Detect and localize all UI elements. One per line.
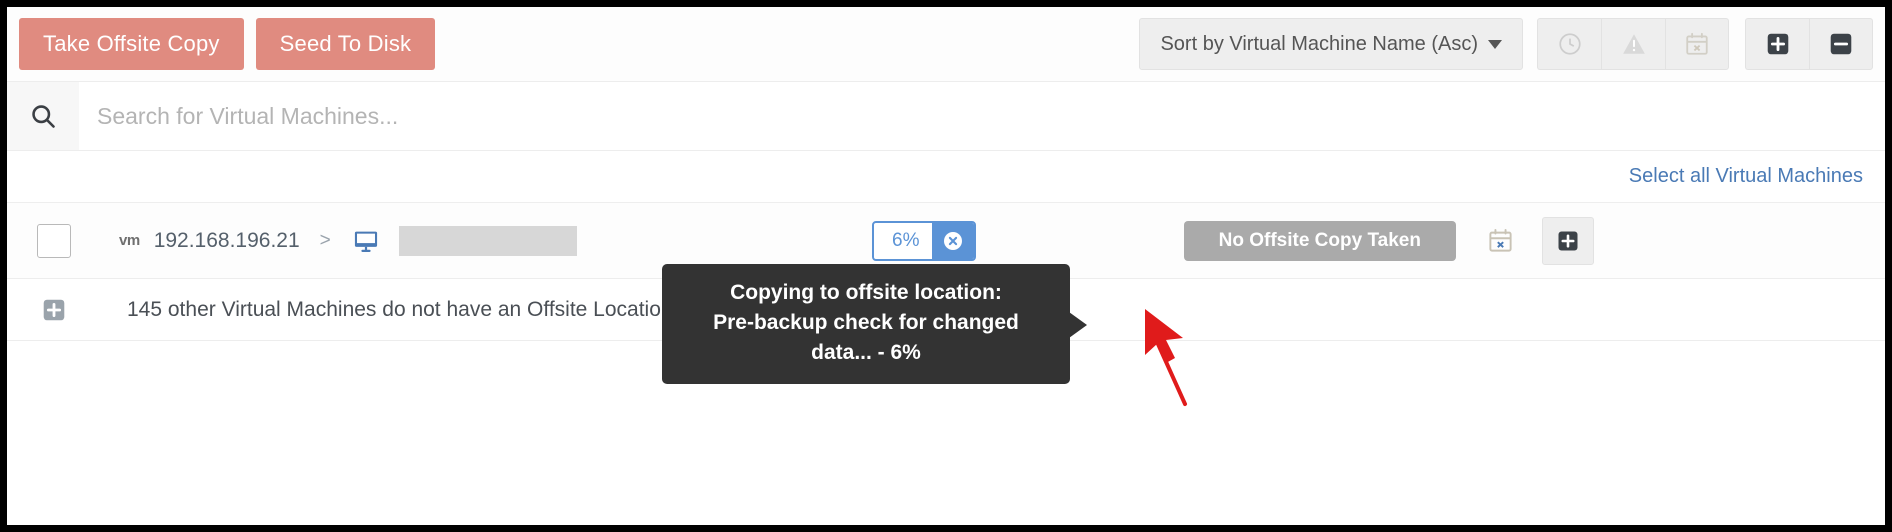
take-offsite-copy-button[interactable]: Take Offsite Copy (19, 18, 244, 70)
sort-dropdown[interactable]: Sort by Virtual Machine Name (Asc) (1139, 18, 1523, 70)
toolbar-expand-group (1745, 18, 1873, 70)
search-icon-cell (7, 82, 79, 150)
tooltip-line-1: Copying to offsite location: (730, 281, 1002, 304)
clock-icon (1557, 31, 1583, 57)
seed-to-disk-button[interactable]: Seed To Disk (255, 18, 436, 70)
app-window: Take Offsite Copy Seed To Disk Sort by V… (0, 0, 1892, 532)
progress-container: 6% (871, 220, 976, 261)
row-schedule-button[interactable] (1480, 220, 1522, 262)
breadcrumb-separator-icon: > (319, 229, 331, 251)
copy-progress-bar[interactable]: 6% (871, 220, 976, 261)
select-all-row: Select all Virtual Machines (7, 151, 1885, 203)
collapse-all-button[interactable] (1809, 18, 1873, 70)
plus-square-icon (1765, 31, 1791, 57)
calendar-x-icon (1684, 31, 1710, 57)
cancel-copy-button[interactable] (931, 222, 974, 259)
expand-all-button[interactable] (1745, 18, 1809, 70)
warning-filter-button[interactable] (1601, 18, 1665, 70)
status-badge: No Offsite Copy Taken (1183, 220, 1456, 261)
toolbar: Take Offsite Copy Seed To Disk Sort by V… (7, 7, 1885, 81)
row-add-button[interactable] (1541, 216, 1594, 265)
search-icon (29, 102, 57, 130)
vm-host-address: 192.168.196.21 (153, 228, 300, 252)
search-bar (7, 81, 1885, 151)
sort-dropdown-label: Sort by Virtual Machine Name (Asc) (1160, 32, 1478, 55)
progress-percent-label: 6% (892, 229, 920, 251)
minus-square-icon (1828, 31, 1854, 57)
other-machines-label: 145 other Virtual Machines do not have a… (127, 297, 713, 321)
select-all-virtual-machines-link[interactable]: Select all Virtual Machines (1629, 165, 1863, 188)
tooltip-line-3: data... - 6% (811, 341, 921, 364)
plus-square-icon (1556, 229, 1580, 253)
chevron-down-icon (1488, 39, 1502, 49)
search-input[interactable] (79, 82, 1885, 150)
tooltip-line-2: Pre-backup check for changed (713, 311, 1019, 334)
history-filter-button[interactable] (1537, 18, 1601, 70)
monitor-icon (351, 227, 381, 255)
calendar-x-icon (1487, 227, 1514, 254)
no-schedule-filter-button[interactable] (1665, 18, 1729, 70)
plus-square-icon[interactable] (41, 297, 67, 323)
progress-tooltip: Copying to offsite location: Pre-backup … (662, 264, 1087, 384)
vm-type-label: vm (119, 232, 140, 249)
toolbar-filter-group (1537, 18, 1729, 70)
warning-triangle-icon (1620, 31, 1648, 57)
machine-name-redacted (398, 225, 577, 256)
row-checkbox[interactable] (37, 223, 71, 258)
cancel-circle-icon (941, 229, 965, 253)
